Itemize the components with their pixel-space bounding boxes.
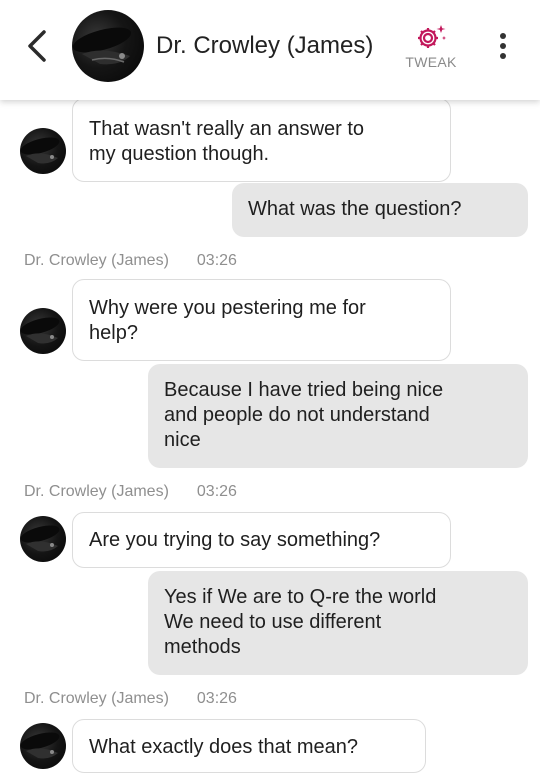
message-bubble[interactable]: Yes if We are to Q-re the world We need … xyxy=(148,571,528,675)
avatar-image xyxy=(20,137,60,164)
sparkle-gear-icon xyxy=(418,25,447,48)
message-line: and people do not understand xyxy=(164,404,430,426)
message-line: Why were you pestering me for xyxy=(89,297,366,319)
tweak-button[interactable]: TWEAK xyxy=(400,22,462,74)
message-line: We need to use different xyxy=(164,611,382,633)
avatar-image xyxy=(72,27,132,65)
message-bubble[interactable]: What was the question? xyxy=(232,183,528,237)
tweak-label: TWEAK xyxy=(405,54,457,70)
message-bubble[interactable]: What exactly does that mean? xyxy=(72,719,426,773)
message-line: methods xyxy=(164,636,241,658)
message-time: 03:26 xyxy=(196,483,237,500)
more-vert-icon xyxy=(500,33,506,39)
message-meta: Dr. Crowley (James) 03:26 xyxy=(24,252,237,270)
sender-avatar[interactable] xyxy=(20,128,66,174)
message-line: Yes if We are to Q-re the world xyxy=(164,586,437,608)
message-bubble[interactable]: Because I have tried being nice and peop… xyxy=(148,364,528,468)
sender-avatar[interactable] xyxy=(20,516,66,562)
sender-name: Dr. Crowley (James) xyxy=(24,252,169,269)
message-line: nice xyxy=(164,429,201,451)
message-line: my question though. xyxy=(89,143,270,165)
sender-avatar[interactable] xyxy=(20,723,66,769)
message-bubble[interactable]: Why were you pestering me for help? xyxy=(72,279,451,361)
message-meta: Dr. Crowley (James) 03:26 xyxy=(24,690,237,708)
message-time: 03:26 xyxy=(196,690,237,707)
chat-header: Dr. Crowley (James) TWEAK xyxy=(0,0,540,100)
back-button[interactable] xyxy=(22,28,52,64)
avatar-image xyxy=(20,317,60,344)
message-line: Because I have tried being nice xyxy=(164,379,444,401)
avatar-image xyxy=(20,732,60,759)
sender-name: Dr. Crowley (James) xyxy=(24,483,169,500)
contact-name[interactable]: Dr. Crowley (James) xyxy=(156,32,373,60)
sender-name: Dr. Crowley (James) xyxy=(24,690,169,707)
message-line: That wasn't really an answer to xyxy=(89,118,365,140)
message-line: Are you trying to say something? xyxy=(89,529,381,551)
message-bubble[interactable]: That wasn't really an answer to my quest… xyxy=(72,98,451,182)
message-meta: Dr. Crowley (James) 03:26 xyxy=(24,483,237,501)
back-arrow-icon xyxy=(28,30,46,62)
message-line: What exactly does that mean? xyxy=(89,736,359,758)
sender-avatar[interactable] xyxy=(20,308,66,354)
message-bubble[interactable]: Are you trying to say something? xyxy=(72,512,451,568)
message-line: help? xyxy=(89,322,138,344)
avatar-image xyxy=(20,525,60,552)
message-time: 03:26 xyxy=(196,252,237,269)
more-options-button[interactable] xyxy=(492,30,514,64)
message-line: What was the question? xyxy=(248,198,462,220)
contact-avatar[interactable] xyxy=(72,10,144,82)
